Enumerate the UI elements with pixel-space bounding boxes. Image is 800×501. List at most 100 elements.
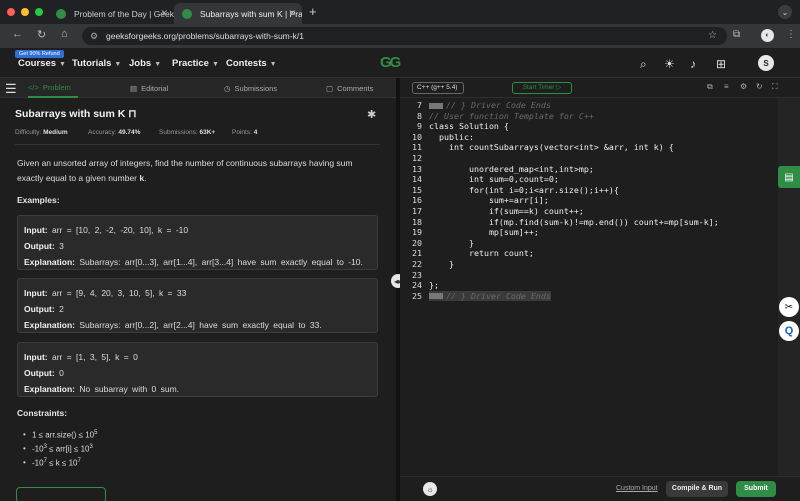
browser-profile-avatar[interactable]: ◐: [761, 29, 774, 42]
difficulty-value: Medium: [43, 129, 68, 136]
gfg-logo[interactable]: GG: [380, 54, 401, 71]
user-avatar[interactable]: S: [758, 55, 774, 71]
bookmark-icon[interactable]: ⊓: [128, 108, 136, 120]
line-number: 19: [412, 227, 422, 238]
code-line: class Solution {: [429, 121, 509, 132]
hint-bulb-icon[interactable]: ☼: [423, 482, 437, 496]
menu-courses[interactable]: Courses ▼: [18, 58, 66, 69]
fold-marker-icon[interactable]: [429, 102, 443, 109]
problem-tabs: ☰ </> Problem ▤ Editorial ◷ Submissions ▢ Co…: [0, 78, 396, 98]
close-tab-icon[interactable]: ✕: [288, 8, 296, 19]
editorial-icon: ▤: [130, 83, 138, 93]
help-float-icon[interactable]: Q: [779, 321, 799, 341]
code-text: sum+=arr[i];: [429, 195, 549, 206]
tab-search-icon[interactable]: ⌄: [778, 5, 792, 19]
maximize-window-button[interactable]: [35, 8, 43, 16]
bookmark-star-icon[interactable]: ☆: [708, 27, 717, 45]
code-text: class Solution {: [429, 121, 509, 132]
divider: [15, 144, 380, 145]
window-controls: [7, 8, 43, 16]
settings-icon[interactable]: ⚙: [740, 82, 747, 91]
report-bug-icon[interactable]: ✱: [367, 108, 376, 121]
chat-float-icon[interactable]: ▤: [778, 166, 800, 188]
code-line: // } Driver Code Ends: [429, 100, 551, 111]
editor-scrollbar[interactable]: [778, 98, 800, 476]
code-line: if(sum==k) count++;: [429, 206, 584, 217]
refund-badge[interactable]: Get 90% Refund: [15, 50, 64, 58]
menu-contests[interactable]: Contests ▼: [226, 58, 277, 69]
input-label: Input:: [24, 225, 48, 235]
example-input: Input: arr = [1, 3, 5], k = 0: [24, 349, 371, 365]
minimize-window-button[interactable]: [21, 8, 29, 16]
copy-icon[interactable]: ⧉: [707, 82, 713, 92]
theme-toggle-icon[interactable]: ☀: [664, 57, 675, 71]
chevron-down-icon: ▼: [114, 61, 122, 68]
home-icon[interactable]: ⌂: [61, 28, 68, 40]
site-info-icon[interactable]: ⚙: [90, 27, 98, 45]
fullscreen-icon[interactable]: ⛶: [772, 82, 778, 92]
url-text: geeksforgeeks.org/problems/subarrays-wit…: [106, 31, 304, 41]
cart-icon[interactable]: ⊞: [716, 57, 726, 71]
reset-icon[interactable]: ↻: [756, 82, 763, 91]
search-icon[interactable]: ⌕: [640, 57, 647, 72]
new-tab-icon[interactable]: +: [309, 4, 317, 19]
close-window-button[interactable]: [7, 8, 15, 16]
tab-comments[interactable]: ▢ Comments: [326, 78, 373, 98]
compile-run-button[interactable]: Compile & Run: [666, 481, 728, 497]
fold-marker-icon[interactable]: [429, 293, 443, 300]
browser-chrome: Problem of the Day | Geeksfo ✕ Subarrays…: [0, 0, 800, 48]
code-text: for(int i=0;i<arr.size();i++){: [429, 184, 619, 195]
menu-label: Jobs: [129, 58, 152, 69]
notification-bell-icon[interactable]: ♪: [690, 57, 696, 71]
code-line: mp[sum]++;: [429, 227, 539, 238]
submit-button[interactable]: Submit: [736, 481, 776, 497]
browser-menu-icon[interactable]: ⋮: [786, 29, 796, 40]
code-line: }: [429, 238, 474, 249]
gfg-favicon-icon: [182, 8, 192, 19]
menu-jobs[interactable]: Jobs ▼: [129, 58, 161, 69]
menu-tutorials[interactable]: Tutorials ▼: [72, 58, 121, 69]
input-value: arr = [9, 4, 20, 3, 10, 5], k = 33: [51, 288, 187, 298]
hamburger-menu-icon[interactable]: ☰: [5, 81, 17, 97]
constraints-heading: Constraints:: [17, 408, 68, 418]
points-meta: Points: 4: [232, 129, 257, 136]
browser-tab-problem-of-the-day[interactable]: Problem of the Day | Geeksfo ✕: [48, 3, 174, 24]
tab-label: Comments: [337, 83, 374, 93]
input-label: Input:: [24, 352, 48, 362]
url-field[interactable]: ⚙ geeksforgeeks.org/problems/subarrays-w…: [82, 27, 727, 45]
code-text: mp[sum]++;: [429, 227, 539, 238]
menu-label: Contests: [226, 58, 267, 69]
code-icon: </>: [28, 82, 39, 92]
custom-input-link[interactable]: Custom Input: [616, 485, 658, 492]
code-text: int countSubarrays(vector<int> &arr, int…: [429, 142, 674, 153]
close-tab-icon[interactable]: ✕: [160, 8, 168, 19]
tab-problem[interactable]: </> Problem: [28, 78, 78, 98]
tab-submissions[interactable]: ◷ Submissions: [224, 78, 277, 98]
language-select[interactable]: C++ (g++ 5.4): [412, 82, 464, 94]
code-line: };: [429, 280, 439, 291]
line-number: 22: [412, 259, 422, 269]
tab-label: Editorial: [141, 83, 169, 93]
accuracy-meta: Accuracy: 49.74%: [88, 129, 140, 136]
comment-icon: ▢: [326, 83, 334, 93]
scissors-float-icon[interactable]: ✂: [779, 297, 799, 317]
line-number: 10: [412, 131, 422, 142]
example-box-3: Input: arr = [1, 3, 5], k = 0 Output: 0 …: [17, 342, 378, 397]
tab-editorial[interactable]: ▤ Editorial: [130, 78, 168, 98]
line-number: 14: [412, 174, 422, 185]
menu-practice[interactable]: Practice ▼: [172, 58, 219, 69]
extensions-icon[interactable]: ⧉: [733, 29, 740, 40]
code-line: }: [429, 259, 454, 270]
start-timer-button[interactable]: Start Timer ▷: [512, 82, 572, 94]
partial-bottom-button[interactable]: [16, 487, 106, 501]
format-icon[interactable]: ≡: [724, 82, 729, 91]
browser-tab-subarrays[interactable]: Subarrays with sum K | Practi ✕: [174, 3, 302, 24]
constraint-item: -103 ≤ arr[i] ≤ 103: [23, 444, 93, 454]
code-editor[interactable]: 7 // } Driver Code Ends 8 // User function …: [400, 98, 778, 476]
points-value: 4: [253, 129, 258, 136]
reload-icon[interactable]: ↻: [37, 28, 46, 41]
back-icon[interactable]: ←: [12, 28, 23, 40]
example-output: Output: 0: [24, 365, 371, 381]
menu-label: Tutorials: [72, 58, 112, 69]
code-text: // } Driver Code Ends: [446, 100, 551, 110]
